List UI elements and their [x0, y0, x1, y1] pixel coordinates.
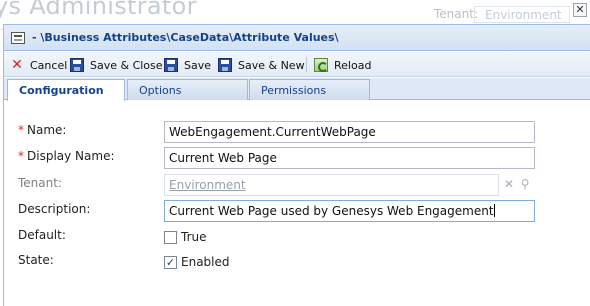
toolbar: ✕ Cancel Save & Close Save Save & New Re…	[4, 52, 590, 77]
object-icon	[11, 32, 25, 44]
display-name-field[interactable]: Current Web Page	[164, 147, 535, 169]
state-checkbox-label: Enabled	[181, 255, 230, 269]
name-field[interactable]: WebEngagement.CurrentWebPage	[164, 121, 535, 143]
background-app-title: ys Administrator	[0, 0, 197, 20]
state-label: State:	[18, 253, 54, 267]
text-cursor	[493, 204, 495, 217]
tenant-value: Environment	[169, 178, 246, 192]
reload-icon	[314, 58, 328, 72]
disk-icon	[70, 58, 84, 72]
save-new-label: Save & New	[238, 58, 305, 72]
reload-label: Reload	[334, 58, 372, 72]
breadcrumb: - \Business Attributes\CaseData\Attribut…	[32, 31, 339, 44]
toolbar-separator	[306, 57, 307, 72]
state-checkbox-row[interactable]: ✓ Enabled	[164, 255, 230, 269]
name-label: * Name:	[18, 123, 67, 137]
description-value: Current Web Page used by Genesys Web Eng…	[169, 204, 494, 218]
tab-options[interactable]: Options	[127, 79, 248, 100]
required-marker: *	[18, 123, 24, 137]
disk-plus-icon	[218, 58, 232, 72]
close-icon[interactable]: ✕	[573, 3, 587, 17]
save-label: Save	[184, 58, 212, 72]
state-checkbox[interactable]: ✓	[164, 255, 177, 269]
configuration-form: * Name: WebEngagement.CurrentWebPage * Dis…	[4, 101, 590, 306]
dialog-header: - \Business Attributes\CaseData\Attribut…	[4, 25, 590, 51]
tenant-field: Environment	[164, 174, 499, 196]
description-field[interactable]: Current Web Page used by Genesys Web Eng…	[164, 200, 535, 222]
default-label: Default:	[18, 228, 66, 242]
tab-bar: Configuration Options Permissions	[4, 78, 590, 101]
tab-permissions[interactable]: Permissions	[249, 79, 370, 100]
background-tenant-label: Tenant:	[434, 7, 478, 21]
search-icon[interactable]: ⚲	[516, 174, 534, 194]
tenant-label: Tenant:	[18, 176, 62, 190]
default-checkbox-row[interactable]: True	[164, 230, 207, 244]
save-button[interactable]: Save	[164, 56, 211, 74]
reload-button[interactable]: Reload	[314, 56, 371, 74]
required-marker: *	[18, 149, 24, 163]
save-close-label: Save & Close	[90, 58, 163, 72]
default-checkbox-label: True	[181, 230, 207, 244]
display-name-label: * Display Name:	[18, 149, 115, 163]
background-tenant-value[interactable]: Environment	[474, 6, 570, 23]
disk-icon	[164, 58, 178, 72]
tab-configuration[interactable]: Configuration	[7, 79, 125, 101]
default-checkbox[interactable]	[164, 230, 177, 244]
cancel-x-icon: ✕	[11, 57, 23, 73]
save-new-button[interactable]: Save & New	[218, 56, 305, 74]
attribute-value-dialog: - \Business Attributes\CaseData\Attribut…	[3, 24, 590, 306]
cancel-label: Cancel	[30, 58, 68, 72]
description-label: Description:	[18, 202, 91, 216]
cancel-button[interactable]: ✕ Cancel	[10, 56, 67, 74]
save-close-button[interactable]: Save & Close	[70, 56, 163, 74]
